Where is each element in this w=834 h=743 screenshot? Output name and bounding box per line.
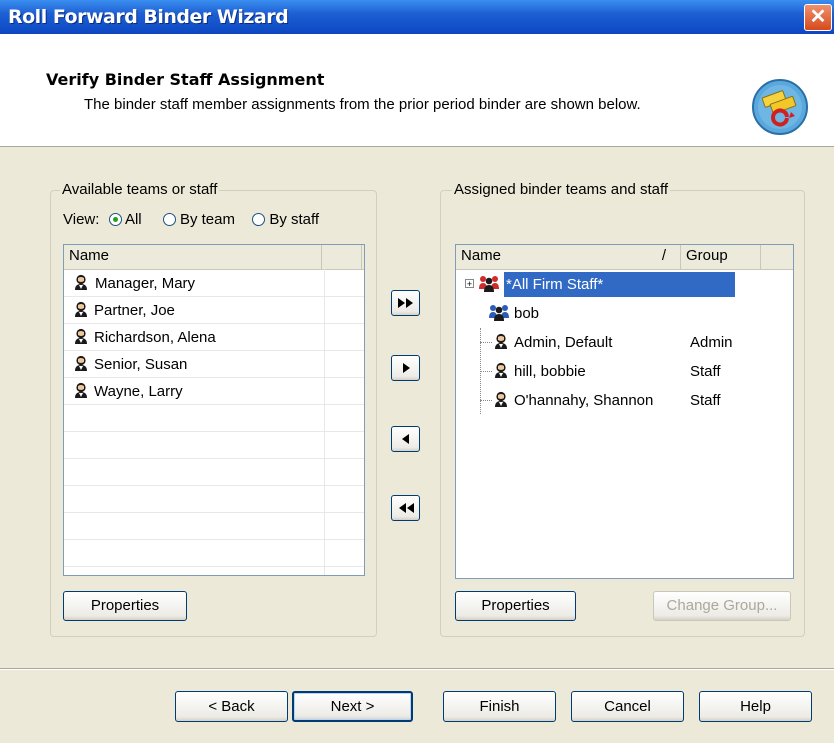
- left-arrow-icon: [401, 434, 409, 444]
- column-header-name[interactable]: Name: [64, 245, 322, 269]
- list-item: [64, 513, 364, 540]
- list-item[interactable]: Senior, Susan: [64, 351, 364, 378]
- wizard-header: Verify Binder Staff Assignment The binde…: [0, 34, 834, 147]
- available-rows: Manager, Mary Partner, Joe Richardson, Ale…: [64, 270, 364, 567]
- tree-item[interactable]: + *All Firm Staff*: [456, 270, 793, 299]
- list-item: [64, 432, 364, 459]
- view-all-radio[interactable]: All: [108, 211, 142, 228]
- column-header-blank[interactable]: [322, 245, 362, 269]
- tree-item-label: hill, bobbie: [514, 363, 586, 380]
- person-icon: [75, 328, 87, 344]
- person-icon: [495, 362, 507, 378]
- change-group-button[interactable]: Change Group...: [653, 591, 791, 621]
- close-button[interactable]: ✕: [804, 4, 832, 31]
- tree-item[interactable]: bob: [456, 299, 793, 328]
- person-icon: [495, 391, 507, 407]
- remove-button[interactable]: [391, 426, 420, 452]
- tree-item[interactable]: Admin, Default Admin: [456, 328, 793, 357]
- remove-all-button[interactable]: [391, 495, 420, 521]
- view-by-staff-radio[interactable]: By staff: [252, 211, 319, 228]
- tree-item-group: Staff: [690, 363, 721, 380]
- tree-item[interactable]: hill, bobbie Staff: [456, 357, 793, 386]
- radio-selected-icon: [108, 213, 122, 226]
- binder-rollforward-icon: [752, 79, 808, 135]
- available-list[interactable]: Name Manager, Mary Partner, Joe Richardson…: [63, 244, 365, 576]
- list-item-label: Wayne, Larry: [94, 383, 183, 400]
- tree-connector: [480, 328, 481, 414]
- person-icon: [75, 355, 87, 371]
- next-button[interactable]: Next >: [292, 691, 413, 722]
- list-item[interactable]: Manager, Mary: [64, 270, 364, 297]
- page-title: Verify Binder Staff Assignment: [46, 70, 325, 89]
- available-group-label: Available teams or staff: [60, 181, 220, 198]
- available-list-header: Name: [64, 245, 364, 270]
- column-header-name[interactable]: Name /: [456, 245, 681, 269]
- person-icon: [75, 382, 87, 398]
- double-right-arrow-icon: [397, 298, 413, 308]
- assigned-tree[interactable]: Name / Group + *All Firm Staff* bob Admin, …: [455, 244, 794, 579]
- add-button[interactable]: [391, 355, 420, 381]
- column-divider: [324, 269, 325, 575]
- tree-item[interactable]: O'hannahy, Shannon Staff: [456, 386, 793, 415]
- available-properties-button[interactable]: Properties: [63, 591, 187, 621]
- add-all-button[interactable]: [391, 290, 420, 316]
- finish-button[interactable]: Finish: [443, 691, 556, 722]
- tree-item-label: O'hannahy, Shannon: [514, 392, 654, 409]
- back-button[interactable]: < Back: [175, 691, 288, 722]
- tree-item-label: *All Firm Staff*: [504, 272, 736, 297]
- view-options: View: All By team By staff: [63, 211, 319, 228]
- person-icon: [495, 333, 507, 349]
- help-button[interactable]: Help: [699, 691, 812, 722]
- list-item: [64, 486, 364, 513]
- list-item: [64, 459, 364, 486]
- person-icon: [75, 301, 87, 317]
- radio-icon: [162, 213, 176, 226]
- person-icon: [75, 274, 87, 290]
- list-item-label: Manager, Mary: [95, 275, 196, 292]
- tree-connector: [480, 342, 492, 343]
- double-left-arrow-icon: [398, 503, 414, 513]
- close-icon: ✕: [809, 6, 827, 28]
- assigned-rows: + *All Firm Staff* bob Admin, Default Admin h…: [456, 270, 793, 415]
- footer-separator: [0, 668, 834, 670]
- view-label: View:: [63, 211, 100, 228]
- tree-connector: [480, 400, 492, 401]
- tree-item-group: Staff: [690, 392, 721, 409]
- sort-indicator-icon: /: [661, 247, 666, 264]
- tree-item-label: Admin, Default: [514, 334, 613, 351]
- list-item: [64, 540, 364, 567]
- list-item[interactable]: Wayne, Larry: [64, 378, 364, 405]
- list-item-label: Senior, Susan: [94, 356, 188, 373]
- page-subtitle: The binder staff member assignments from…: [84, 96, 641, 113]
- assigned-list-header: Name / Group: [456, 245, 793, 270]
- list-item-label: Richardson, Alena: [94, 329, 216, 346]
- column-header-group[interactable]: Group: [681, 245, 761, 269]
- list-item-label: Partner, Joe: [94, 302, 175, 319]
- list-item[interactable]: Partner, Joe: [64, 297, 364, 324]
- view-by-team-radio[interactable]: By team: [162, 211, 235, 228]
- radio-icon: [252, 213, 266, 226]
- team-icon: [489, 305, 509, 321]
- title-bar[interactable]: Roll Forward Binder Wizard ✕: [0, 0, 834, 34]
- list-item: [64, 405, 364, 432]
- tree-item-label: bob: [514, 305, 540, 322]
- expand-icon[interactable]: +: [465, 279, 474, 289]
- tree-item-group: Admin: [690, 334, 733, 351]
- list-item[interactable]: Richardson, Alena: [64, 324, 364, 351]
- window-title: Roll Forward Binder Wizard: [8, 6, 289, 28]
- tree-connector: [480, 371, 492, 372]
- assigned-properties-button[interactable]: Properties: [455, 591, 576, 621]
- cancel-button[interactable]: Cancel: [571, 691, 684, 722]
- right-arrow-icon: [402, 363, 410, 373]
- team-icon: [479, 276, 499, 292]
- assigned-group-label: Assigned binder teams and staff: [452, 181, 671, 198]
